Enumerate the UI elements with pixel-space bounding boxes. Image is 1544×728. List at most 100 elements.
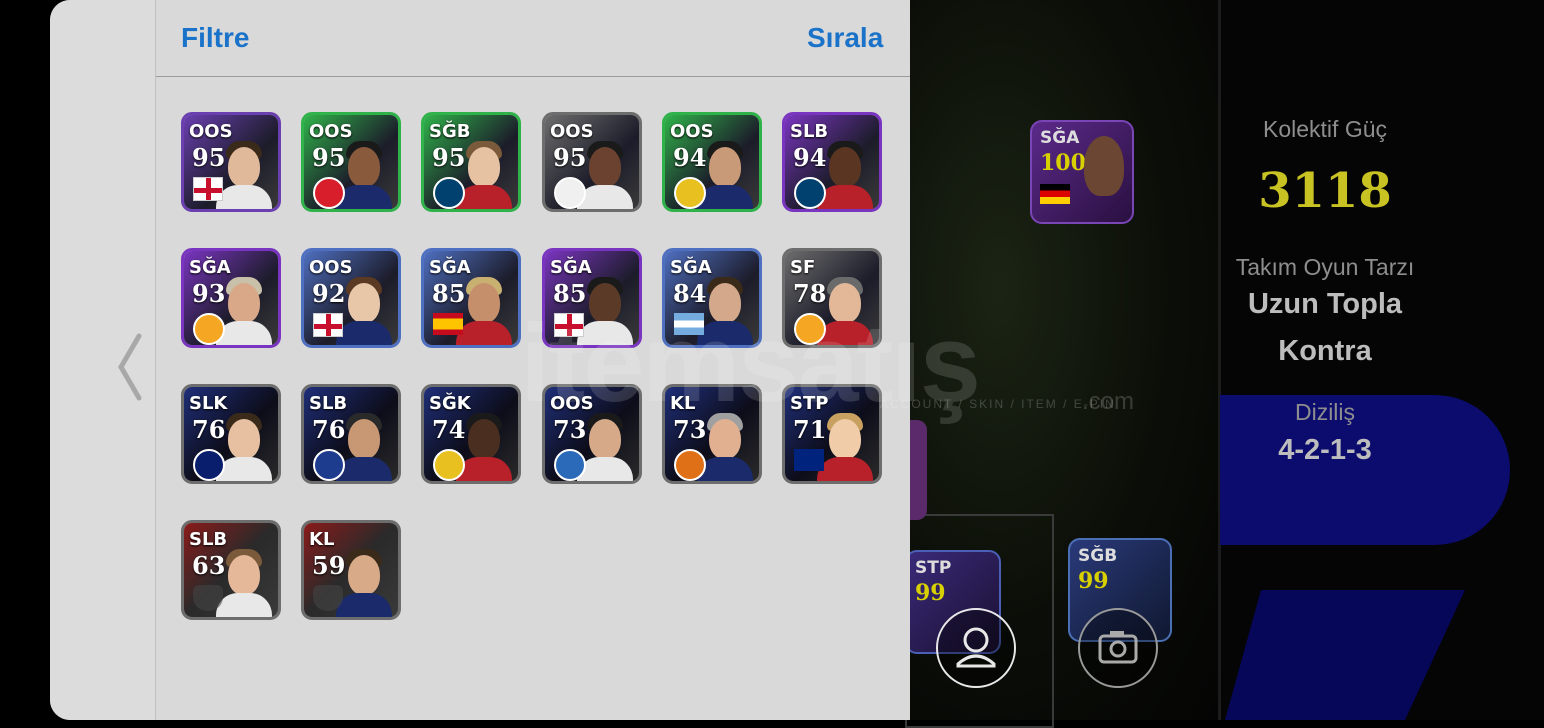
player-rating: 76 <box>192 415 226 444</box>
player-card[interactable]: SĞA 93 <box>181 248 281 348</box>
club-gold-crest-icon <box>674 177 706 209</box>
flag-england-icon <box>313 313 343 337</box>
player-rating: 95 <box>192 143 226 172</box>
player-position: SĞA <box>189 257 231 278</box>
player-position: SĞA <box>1040 128 1080 148</box>
shield-placeholder-icon <box>313 585 343 611</box>
player-card[interactable]: KL 59 <box>301 520 401 620</box>
club-inter-icon <box>193 449 225 481</box>
player-card[interactable]: OOS 95 <box>181 112 281 212</box>
player-rating: 95 <box>553 143 587 172</box>
player-position: SLB <box>189 529 228 550</box>
player-card[interactable]: SLK 76 <box>181 384 281 484</box>
club-galatasaray-icon <box>193 313 225 345</box>
player-face <box>1084 136 1124 196</box>
camera-icon <box>1098 631 1138 664</box>
player-position: SĞB <box>1078 546 1118 566</box>
player-position: OOS <box>550 393 594 414</box>
player-position: OOS <box>670 121 714 142</box>
shield-placeholder-icon <box>193 585 223 611</box>
club-psg-icon <box>433 177 465 209</box>
formation-value: 4-2-1-3 <box>1278 434 1372 466</box>
player-position: SLB <box>790 121 829 142</box>
player-card[interactable]: SĞA 85 <box>421 248 521 348</box>
player-card[interactable]: SF 78 <box>782 248 882 348</box>
player-profile-button[interactable] <box>936 608 1016 688</box>
chevron-left-icon[interactable] <box>115 332 145 402</box>
player-rating: 85 <box>553 279 587 308</box>
field-player-card[interactable]: SĞA 100 <box>1030 120 1134 224</box>
flag-england-icon <box>554 313 584 337</box>
flag-germany-icon <box>1040 184 1070 204</box>
player-rating: 99 <box>915 580 946 606</box>
player-position: SĞA <box>429 257 471 278</box>
filter-button[interactable]: Filtre <box>181 22 249 54</box>
screenshot-button[interactable] <box>1078 608 1158 688</box>
player-position: SĞK <box>429 393 471 414</box>
header-divider <box>156 76 910 77</box>
watermark-subtext: ACCOUNT / SKIN / ITEM / E-PIN <box>880 397 1116 411</box>
club-blue-crest-icon <box>313 449 345 481</box>
player-rating: 94 <box>793 143 827 172</box>
player-position: OOS <box>309 121 353 142</box>
style-label: Takım Oyun Tarzı <box>1235 254 1415 280</box>
player-rating: 73 <box>673 415 707 444</box>
flag-australia-icon <box>794 449 824 471</box>
player-rating: 78 <box>793 279 827 308</box>
player-position: OOS <box>189 121 233 142</box>
player-rating: 59 <box>312 551 346 580</box>
player-rating: 94 <box>673 143 707 172</box>
style-value-line1: Uzun Topla <box>1247 288 1403 320</box>
player-rating: 84 <box>673 279 707 308</box>
club-gold-crest-icon <box>433 449 465 481</box>
player-rating: 76 <box>312 415 346 444</box>
player-position: SLK <box>189 393 228 414</box>
player-selection-panel <box>50 0 910 720</box>
style-value-line2: Kontra <box>1278 335 1372 367</box>
player-card[interactable]: OOS 94 <box>662 112 762 212</box>
player-rating: 63 <box>192 551 226 580</box>
player-card[interactable]: STP 71 <box>782 384 882 484</box>
player-card[interactable]: SĞA 85 <box>542 248 642 348</box>
player-position: SĞB <box>429 121 471 142</box>
player-position: STP <box>790 393 829 414</box>
player-position: SĞA <box>550 257 592 278</box>
player-position: KL <box>670 393 696 414</box>
player-rating: 73 <box>553 415 587 444</box>
player-card[interactable]: KL 73 <box>662 384 762 484</box>
player-position: KL <box>309 529 335 550</box>
player-position: SLB <box>309 393 348 414</box>
flag-spain-icon <box>433 313 463 335</box>
player-rating: 99 <box>1078 568 1109 594</box>
player-card[interactable]: SLB 94 <box>782 112 882 212</box>
player-card[interactable]: SLB 76 <box>301 384 401 484</box>
player-position: OOS <box>309 257 353 278</box>
club-galatasaray-icon <box>794 313 826 345</box>
player-rating: 92 <box>312 279 346 308</box>
player-rating: 71 <box>793 415 827 444</box>
player-card[interactable]: SĞK 74 <box>421 384 521 484</box>
player-position: SF <box>790 257 816 278</box>
watermark-domain: .com <box>1082 388 1135 415</box>
player-rating: 85 <box>432 279 466 308</box>
player-card[interactable]: OOS 73 <box>542 384 642 484</box>
flag-argentina-icon <box>674 313 704 335</box>
player-card[interactable]: SĞA 84 <box>662 248 762 348</box>
player-position: STP <box>915 558 952 578</box>
player-card[interactable]: SLB 63 <box>181 520 281 620</box>
player-card[interactable]: OOS 95 <box>542 112 642 212</box>
player-card[interactable]: OOS 92 <box>301 248 401 348</box>
club-white-crest-icon <box>554 177 586 209</box>
club-red-crest-icon <box>313 177 345 209</box>
player-rating: 74 <box>432 415 466 444</box>
player-card[interactable]: OOS 95 <box>301 112 401 212</box>
user-icon <box>956 627 996 668</box>
power-value: 3118 <box>1258 163 1392 219</box>
club-orange-crest-icon <box>674 449 706 481</box>
player-rating: 95 <box>312 143 346 172</box>
club-psg-icon <box>794 177 826 209</box>
sort-button[interactable]: Sırala <box>807 22 883 54</box>
player-rating: 95 <box>432 143 466 172</box>
player-card[interactable]: SĞB 95 <box>421 112 521 212</box>
formation-label: Diziliş <box>1294 399 1356 425</box>
